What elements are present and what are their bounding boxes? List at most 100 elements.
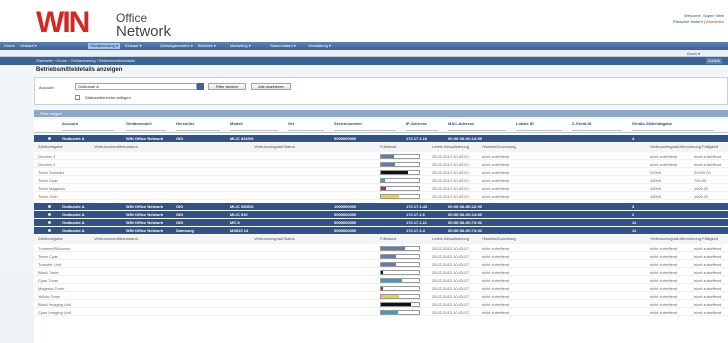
column-header[interactable]: Lokale ID <box>516 121 534 126</box>
menu-item[interactable]: Stammdaten ▾ <box>268 43 298 49</box>
menu-item[interactable]: Verwaltung ▾ <box>306 43 333 49</box>
supply-row: Toner Cyan 25.02.2013 10:03:07 nicht zutre… <box>34 177 728 184</box>
menu-item[interactable]: Einkauf ▾ <box>123 43 143 49</box>
supply-level-bar <box>380 186 420 191</box>
filter-toggle-bar[interactable]: Filter zeigen <box>34 110 728 117</box>
menu-item[interactable]: Berichte ▾ <box>196 43 218 49</box>
device-cell: 00:00:0A:00:14:60 <box>448 212 483 217</box>
device-status-icon <box>48 229 51 232</box>
supply-cell: nicht zutreffend <box>482 162 510 167</box>
device-cell: 3 <box>632 204 635 209</box>
supply-level-fill <box>381 287 384 290</box>
device-cell: Gutkunde A <box>62 204 85 209</box>
supply-cell: 700.00 <box>694 178 707 183</box>
supply-cell: 25.02.2013 10:03:07 <box>432 178 469 183</box>
supply-cell: nicht zutreffend <box>650 262 678 267</box>
column-header[interactable]: Z-Gerät-ID <box>572 121 592 126</box>
device-status-icon <box>48 213 51 216</box>
supply-cell: Trommel/Schwarz <box>38 246 71 251</box>
select-dropdown-button[interactable] <box>197 83 204 90</box>
select-all-button[interactable]: Alle markieren <box>251 83 291 90</box>
supply-cell: 1800.00 <box>694 194 709 199</box>
device-cell: MC 8 <box>230 220 240 225</box>
column-header[interactable]: Ort <box>288 121 294 126</box>
supply-row: Toner Magenta 25.02.2013 10:03:07 nicht zu… <box>34 185 728 192</box>
supply-cell: nicht zutreffend <box>694 262 722 267</box>
column-header[interactable]: IP-Adresse <box>406 121 427 126</box>
back-button[interactable]: Zurück <box>705 58 722 64</box>
supply-cell: nicht zutreffend <box>482 278 510 283</box>
change-filter-button[interactable]: Filter ändern <box>208 83 246 90</box>
status-checkbox[interactable] <box>75 95 80 100</box>
supply-cell: Toner Magenta <box>38 186 65 191</box>
supply-cell: 25.02.2013 10:03:07 <box>432 278 469 283</box>
column-filter[interactable] <box>62 127 114 131</box>
supply-cell: nicht zutreffend <box>650 270 678 275</box>
column-header[interactable]: Account <box>62 121 78 126</box>
supply-cell: nicht zutreffend <box>694 162 722 167</box>
supply-level-bar <box>380 194 420 199</box>
supply-cell: 1800.00 <box>694 186 709 191</box>
zoom-control[interactable]: Zoom ▾ <box>687 51 700 56</box>
menu-item[interactable]: Verkauf ▾ <box>18 43 39 49</box>
column-header[interactable]: Gerätemodell <box>126 121 152 126</box>
column-filter[interactable] <box>448 127 506 131</box>
supply-row: Toner Cyan 25.02.2013 10:03:07 nicht zutre… <box>34 253 728 260</box>
supply-cell: 25.02.2013 10:03:07 <box>432 154 469 159</box>
column-filter[interactable] <box>126 127 166 131</box>
supply-cell: 18000 <box>650 194 662 199</box>
account-select[interactable]: Gutkunde A <box>75 83 197 90</box>
device-row[interactable]: Gutkunde A WIN Office Network OKI ML/C 930D… <box>34 203 728 210</box>
supply-header-cell: Zählerabgabe <box>38 145 63 149</box>
supply-cell: 25.02.2013 10:03:07 <box>432 194 469 199</box>
device-row[interactable]: Gutkunde A WIN Office Network OKI MC 8 00000… <box>34 219 728 226</box>
supply-cell: nicht zutreffend <box>482 154 510 159</box>
menu-item[interactable]: Marketing ▾ <box>228 43 253 49</box>
column-filter[interactable] <box>572 127 622 131</box>
menu-item[interactable]: Zahlungsverkehr ▾ <box>158 43 195 49</box>
supply-cell: Drucker 2 <box>38 162 56 167</box>
supply-level-fill <box>381 155 394 158</box>
column-filter[interactable] <box>516 127 562 131</box>
column-filter[interactable] <box>406 127 438 131</box>
menu-item[interactable]: Home <box>2 43 17 49</box>
column-filter[interactable] <box>334 127 396 131</box>
column-header[interactable]: Geräte-Zählerabgabe <box>632 121 672 126</box>
supply-level-fill <box>381 179 385 182</box>
column-filter[interactable] <box>176 127 220 131</box>
supply-cell: nicht zutreffend <box>482 246 510 251</box>
supply-cell: 25.02.2013 10:03:07 <box>432 162 469 167</box>
device-cell: 00:00:0A:00:74:01 <box>448 220 483 225</box>
column-filter[interactable] <box>632 127 714 131</box>
supply-cell: nicht zutreffend <box>482 286 510 291</box>
logout-link[interactable]: Abmelden <box>706 19 724 24</box>
column-filter[interactable] <box>230 127 278 131</box>
breadcrumb[interactable]: Startseite › Home › Geräteleasing › Betr… <box>36 58 135 64</box>
menu-item[interactable]: Geräteleasing ▾ <box>88 43 121 49</box>
device-row[interactable]: Gutkunde A WIN Office Network OKI ML/C 910 0… <box>34 211 728 218</box>
change-password-link[interactable]: Passwort ändern | <box>673 19 705 24</box>
supply-header-cell: Letzte Aktualisierung <box>432 145 469 149</box>
column-header[interactable]: Modell <box>230 121 243 126</box>
device-cell: 172.17.1.4 <box>406 228 425 233</box>
column-filter[interactable] <box>288 127 324 131</box>
supply-header-row: Zählerabgabe Verbrauchsmittelzustand Verbr… <box>34 143 728 152</box>
column-header[interactable]: Seriennummer <box>334 121 362 126</box>
device-row[interactable]: Gutkunde A WIN Office Network Samsung MX810… <box>34 227 728 234</box>
supply-level-bar <box>380 154 420 159</box>
supply-cell: nicht zutreffend <box>482 170 510 175</box>
supply-cell: 25.02.2013 10:03:07 <box>432 246 469 251</box>
main-menu: Home Verkauf ▾ Geräteleasing ▾ Einkauf ▾ Zah… <box>0 42 728 50</box>
supply-cell: nicht zutreffend <box>482 254 510 259</box>
supply-header-cell: Verbrauchsmittelzustand <box>94 237 138 241</box>
toolbar: Zoom ▾ <box>0 50 728 57</box>
column-header[interactable]: Hersteller <box>176 121 194 126</box>
supply-cell: nicht zutreffend <box>482 194 510 199</box>
user-links[interactable]: Passwort ändern | Abmelden <box>673 19 724 25</box>
supply-level-fill <box>381 279 403 282</box>
supply-header-cell: Letzte Aktualisierung <box>432 237 469 241</box>
device-row[interactable]: Gutkunde A WIN Office Network OKI ML/C 831D… <box>34 135 728 142</box>
column-header[interactable]: MAC-Adresse <box>448 121 474 126</box>
device-table: Gutkunde A WIN Office Network OKI ML/C 831D… <box>34 133 728 343</box>
supply-cell: Yellow Toner <box>38 294 61 299</box>
